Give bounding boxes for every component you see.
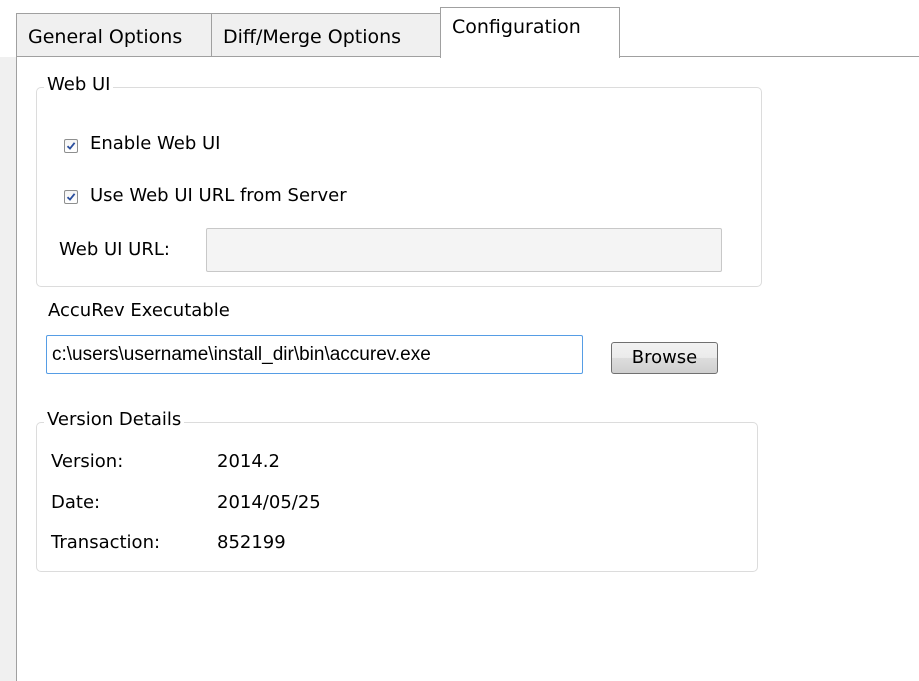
- enable-web-ui-label: Enable Web UI: [90, 133, 221, 154]
- transaction-label: Transaction:: [51, 532, 161, 553]
- web-ui-group-title: Web UI: [44, 74, 114, 95]
- version-details-group-title: Version Details: [44, 409, 185, 430]
- enable-web-ui-checkbox[interactable]: [64, 139, 78, 153]
- tab-diff-merge-options[interactable]: Diff/Merge Options: [211, 13, 441, 57]
- checkmark-icon: [66, 193, 76, 201]
- tab-configuration[interactable]: Configuration: [440, 7, 620, 58]
- tab-general-options[interactable]: General Options: [16, 13, 212, 57]
- date-label: Date:: [51, 492, 101, 513]
- accurev-executable-path-input[interactable]: [47, 336, 582, 373]
- tab-strip: General Options Diff/Merge Options Confi…: [0, 0, 919, 58]
- version-value: 2014.2: [217, 451, 280, 472]
- accurev-executable-label: AccuRev Executable: [48, 300, 230, 321]
- web-ui-url-field[interactable]: [206, 228, 722, 272]
- use-web-ui-url-from-server-checkbox[interactable]: [64, 190, 78, 204]
- version-label: Version:: [51, 451, 124, 472]
- accurev-executable-path-field[interactable]: [46, 335, 583, 374]
- web-ui-url-label: Web UI URL:: [59, 239, 170, 260]
- web-ui-url-input[interactable]: [207, 229, 721, 271]
- configuration-panel: Web UI Enable Web UI Use Web UI URL from…: [16, 56, 919, 681]
- date-value: 2014/05/25: [217, 492, 321, 513]
- browse-button[interactable]: Browse: [611, 342, 718, 374]
- checkmark-icon: [66, 142, 76, 150]
- preferences-window: General Options Diff/Merge Options Confi…: [0, 0, 919, 681]
- transaction-value: 852199: [217, 532, 286, 553]
- use-web-ui-url-from-server-label: Use Web UI URL from Server: [90, 185, 347, 206]
